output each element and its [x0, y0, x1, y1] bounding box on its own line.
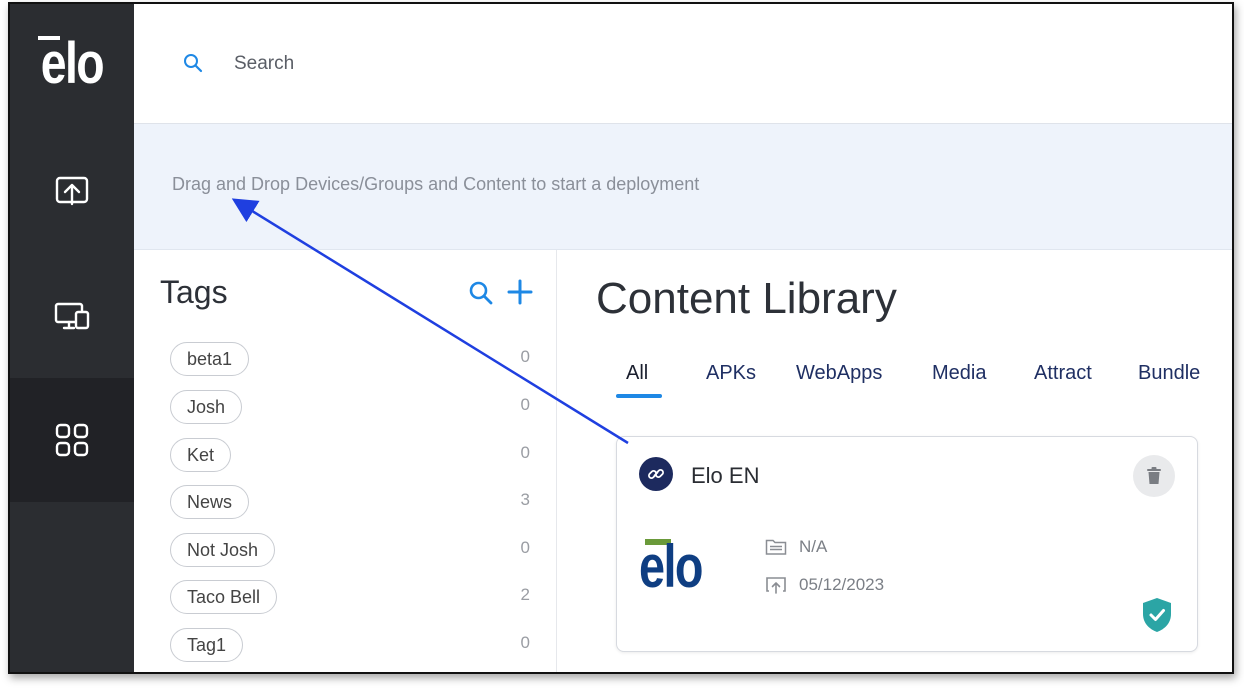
tab-attract[interactable]: Attract — [1034, 362, 1092, 385]
tags-title: Tags — [160, 274, 228, 310]
delete-button[interactable] — [1133, 455, 1175, 497]
tag-count: 0 — [520, 347, 530, 366]
content-library-panel: Content Library All APKs WebApps Media A… — [558, 250, 1232, 672]
folder-meta: N/A — [765, 537, 827, 557]
tag-pill[interactable]: Josh — [170, 390, 243, 424]
tag-count: 0 — [520, 633, 530, 652]
tag-pill[interactable]: Not Josh — [170, 533, 276, 567]
nav-devices[interactable] — [10, 254, 134, 378]
tab-all[interactable]: All — [626, 362, 648, 385]
top-bar — [134, 4, 1232, 124]
upload-date: 05/12/2023 — [799, 575, 885, 594]
verified-shield-icon — [1143, 598, 1171, 632]
tab-apks[interactable]: APKs — [706, 362, 756, 385]
content-thumbnail: elo — [637, 533, 727, 603]
elo-logo: elo — [10, 4, 134, 124]
search-input[interactable] — [234, 44, 834, 84]
dropzone-hint: Drag and Drop Devices/Groups and Content… — [172, 174, 700, 194]
tag-count: 0 — [520, 395, 530, 414]
folder-value: N/A — [799, 537, 828, 556]
tag-count: 0 — [520, 443, 530, 462]
tag-row: Not Josh 0 — [170, 533, 530, 569]
active-tab-indicator — [616, 394, 662, 398]
tag-pill[interactable]: beta1 — [170, 342, 250, 376]
tag-pill[interactable]: Ket — [170, 438, 232, 472]
devices-icon — [54, 302, 90, 330]
content-library-title: Content Library — [596, 274, 897, 323]
tab-webapps[interactable]: WebApps — [796, 362, 882, 385]
content-card[interactable]: Elo EN elo N/A 05/12/2023 — [616, 436, 1198, 652]
app-window: elo Search Drag and Drop Devices/Groups … — [8, 2, 1234, 674]
tag-row: Ket 0 — [170, 438, 530, 474]
tab-media[interactable]: Media — [932, 362, 986, 385]
tag-count: 0 — [520, 538, 530, 557]
tag-count: 3 — [520, 490, 530, 509]
tag-count: 2 — [520, 585, 530, 604]
grid-icon — [55, 423, 89, 457]
sidebar: elo — [10, 4, 134, 672]
tag-row: News 3 — [170, 485, 530, 521]
logo-bar — [38, 36, 60, 40]
link-icon — [639, 457, 673, 491]
search-icon — [184, 54, 203, 73]
nav-content[interactable] — [10, 378, 134, 502]
tag-row: Josh 0 — [170, 390, 530, 426]
content-card-title: Elo EN — [691, 463, 760, 488]
tags-panel: Tags beta1 0 Josh 0 Ket 0 News 3 Not Jos… — [134, 250, 557, 672]
folder-icon — [765, 539, 787, 555]
tab-bundle[interactable]: Bundle — [1138, 362, 1200, 385]
upload-screen-icon — [55, 176, 89, 206]
tag-pill[interactable]: News — [170, 485, 250, 519]
tags-search-icon[interactable] — [468, 280, 494, 306]
upload-meta: 05/12/2023 — [765, 575, 884, 595]
upload-icon — [766, 577, 786, 594]
tag-row: beta1 0 — [170, 342, 530, 378]
tag-row: Tag1 0 — [170, 628, 530, 664]
trash-icon — [1147, 467, 1161, 484]
tag-pill[interactable]: Taco Bell — [170, 580, 278, 614]
tag-pill[interactable]: Tag1 — [170, 628, 244, 662]
thumbnail-logo-text: elo — [639, 533, 704, 600]
logo-text: elo — [40, 31, 105, 96]
add-tag-icon[interactable] — [506, 278, 534, 306]
deployment-dropzone[interactable]: Drag and Drop Devices/Groups and Content… — [134, 124, 1232, 250]
nav-deploy[interactable] — [10, 130, 134, 254]
tag-row: Taco Bell 2 — [170, 580, 530, 616]
